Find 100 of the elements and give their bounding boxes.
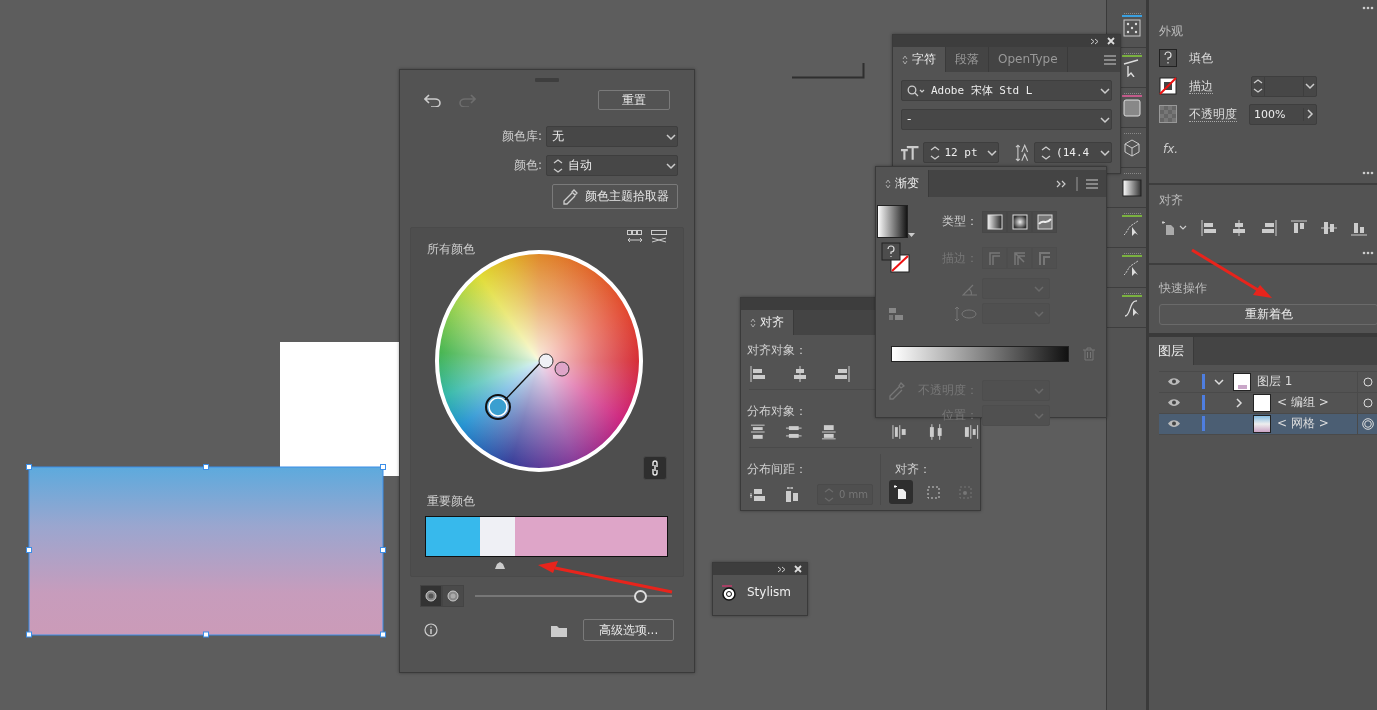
distribute-bottom-icon[interactable] — [820, 422, 838, 441]
texture-swatch-icon[interactable] — [1122, 95, 1142, 117]
panel-tab[interactable]: 对齐 — [741, 310, 794, 335]
grip-dots-icon[interactable] — [1124, 212, 1142, 215]
grip-dots-icon[interactable] — [1124, 172, 1142, 175]
layer-row[interactable]: < 编组 > — [1159, 392, 1377, 414]
eye-icon[interactable] — [1167, 419, 1181, 429]
dropdown-field[interactable] — [982, 278, 1050, 299]
info-icon[interactable] — [424, 623, 438, 637]
display-mode-toggle[interactable] — [442, 585, 464, 607]
grip-dots-icon[interactable] — [1124, 92, 1142, 95]
distribute-right-icon[interactable] — [962, 422, 981, 441]
reset-button[interactable]: 重置 — [598, 90, 670, 110]
color-markers-drawing[interactable] — [485, 353, 571, 421]
shuffle-colors-icon[interactable] — [651, 230, 667, 244]
close-icon[interactable] — [1107, 37, 1115, 45]
panel-tab[interactable]: 字符 — [893, 47, 946, 72]
menu-icon[interactable] — [1104, 54, 1116, 65]
dropdown-field[interactable] — [982, 405, 1050, 426]
color-swatch[interactable] — [480, 517, 515, 557]
more-icon[interactable] — [1362, 6, 1374, 10]
grip-dots-icon[interactable] — [1124, 52, 1142, 55]
align-center-icon[interactable] — [1230, 219, 1248, 238]
target-icon[interactable] — [1361, 375, 1374, 388]
align-right-icon[interactable] — [1260, 219, 1278, 238]
effects-button[interactable]: fx. — [1163, 142, 1179, 157]
menu-icon[interactable] — [1086, 178, 1098, 189]
property-link[interactable]: 不透明度 — [1189, 106, 1237, 123]
font-size-field[interactable]: 12 pt — [922, 142, 999, 163]
field-label: 类型： — [942, 214, 978, 229]
freeform-gradient-button[interactable] — [1032, 210, 1057, 233]
align-to-option[interactable] — [889, 480, 913, 505]
link-harmony-button[interactable] — [643, 456, 667, 480]
grip-dots-icon[interactable] — [1124, 252, 1142, 255]
font-family-field[interactable]: Adobe 宋体 Std L — [901, 80, 1112, 101]
color-swatch[interactable] — [426, 517, 480, 557]
opacity-field[interactable]: 100% — [1249, 103, 1317, 125]
grip-dots-icon[interactable] — [1124, 12, 1142, 15]
horizontal-spacing-icon[interactable] — [783, 485, 801, 504]
panel-header-bar[interactable] — [713, 563, 807, 575]
panel-tab[interactable]: 渐变 — [876, 170, 929, 197]
chevron-down-icon[interactable] — [1214, 376, 1224, 387]
expand-icon[interactable] — [1056, 178, 1068, 189]
more-icon[interactable] — [1362, 170, 1374, 175]
dots-pattern-icon[interactable] — [1122, 15, 1142, 37]
align-right-icon[interactable] — [833, 365, 851, 384]
advanced-options-button[interactable]: 高级选项... — [583, 619, 674, 641]
distribute-left-icon[interactable] — [891, 422, 909, 441]
dropdown-field[interactable] — [982, 303, 1050, 324]
font-style-field[interactable]: - — [901, 109, 1112, 130]
more-icon[interactable] — [1362, 251, 1374, 256]
eye-icon[interactable] — [1167, 398, 1181, 408]
caret-icon[interactable] — [908, 233, 915, 238]
stepper-icon[interactable] — [1040, 144, 1053, 161]
checker-icon[interactable] — [1159, 105, 1177, 124]
target-icon[interactable] — [1361, 417, 1374, 430]
stroke-across-icon — [1036, 250, 1053, 266]
grip-dots-icon[interactable] — [1124, 132, 1142, 135]
eye-icon[interactable] — [1167, 377, 1181, 387]
property-link[interactable]: 描边 — [1189, 78, 1213, 95]
stylism-icon[interactable] — [721, 583, 739, 601]
display-mode-toggle[interactable] — [420, 585, 442, 607]
dropdown-field[interactable] — [982, 380, 1050, 401]
gradient-slider-bar[interactable] — [891, 346, 1069, 362]
stroke-along-icon — [1011, 250, 1028, 266]
fill-stroke-icon[interactable] — [881, 242, 911, 274]
path-select-icon[interactable] — [1122, 255, 1142, 277]
stroke-weight-field[interactable] — [1251, 75, 1317, 97]
collapse-icon[interactable] — [1090, 37, 1099, 45]
target-icon[interactable] — [1361, 396, 1374, 409]
layer-row[interactable]: < 网格 > — [1159, 413, 1377, 435]
panel-tab[interactable]: 段落 — [946, 47, 989, 72]
linear-gradient-button[interactable] — [982, 210, 1007, 233]
layer-row[interactable]: 图层 1 — [1159, 371, 1377, 393]
panel-tab[interactable]: 图层 — [1149, 336, 1194, 365]
path-select-icon[interactable] — [1122, 215, 1142, 237]
distribute-top-icon[interactable] — [749, 422, 767, 441]
spread-colors-icon[interactable] — [627, 230, 643, 244]
gradient-swatch-icon[interactable] — [877, 205, 908, 238]
align-center-icon[interactable] — [791, 365, 809, 384]
slider-thumb[interactable] — [634, 589, 648, 603]
grip-dots-icon[interactable] — [1124, 292, 1142, 295]
stroke-swatch-icon[interactable] — [1159, 77, 1177, 96]
undo-icon[interactable] — [424, 93, 442, 107]
color-swatch[interactable] — [515, 517, 667, 557]
align-left-icon[interactable] — [749, 365, 767, 384]
recolor-button[interactable]: 重新着色 — [1159, 303, 1377, 325]
close-icon[interactable] — [794, 565, 802, 573]
color-theme-picker-button[interactable]: 颜色主题拾取器 — [552, 184, 678, 209]
swatch-divider-handle-icon[interactable] — [494, 560, 506, 569]
color-library-dropdown[interactable]: 无 — [546, 126, 678, 147]
color-count-field[interactable]: 自动 — [546, 155, 678, 176]
collapse-icon[interactable] — [777, 565, 786, 573]
chevron-right-icon[interactable] — [1234, 397, 1244, 408]
fill-swatch-icon[interactable] — [1159, 49, 1177, 68]
align-left-icon[interactable] — [1200, 219, 1218, 238]
pointer-icon[interactable] — [1122, 55, 1142, 77]
folder-icon[interactable] — [551, 623, 567, 637]
curve-icon[interactable] — [1122, 295, 1142, 317]
leading-field[interactable]: (14.4 — [1034, 142, 1112, 163]
